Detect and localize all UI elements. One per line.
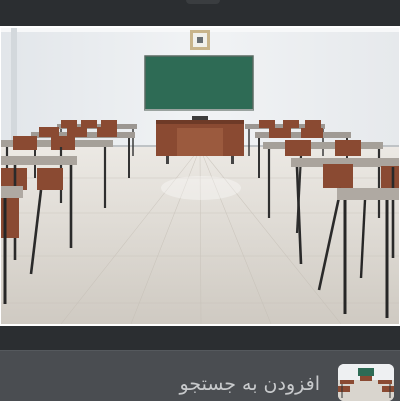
photo-viewer[interactable] — [0, 26, 400, 326]
top-bar — [0, 0, 400, 26]
classroom-photo — [1, 28, 399, 324]
separator — [0, 326, 400, 350]
add-to-search-label: افزودن به جستجو — [179, 373, 321, 395]
classroom-thumbnail[interactable] — [338, 364, 394, 401]
add-to-search-row[interactable]: افزودن به جستجو — [0, 350, 400, 401]
top-handle — [186, 0, 220, 4]
